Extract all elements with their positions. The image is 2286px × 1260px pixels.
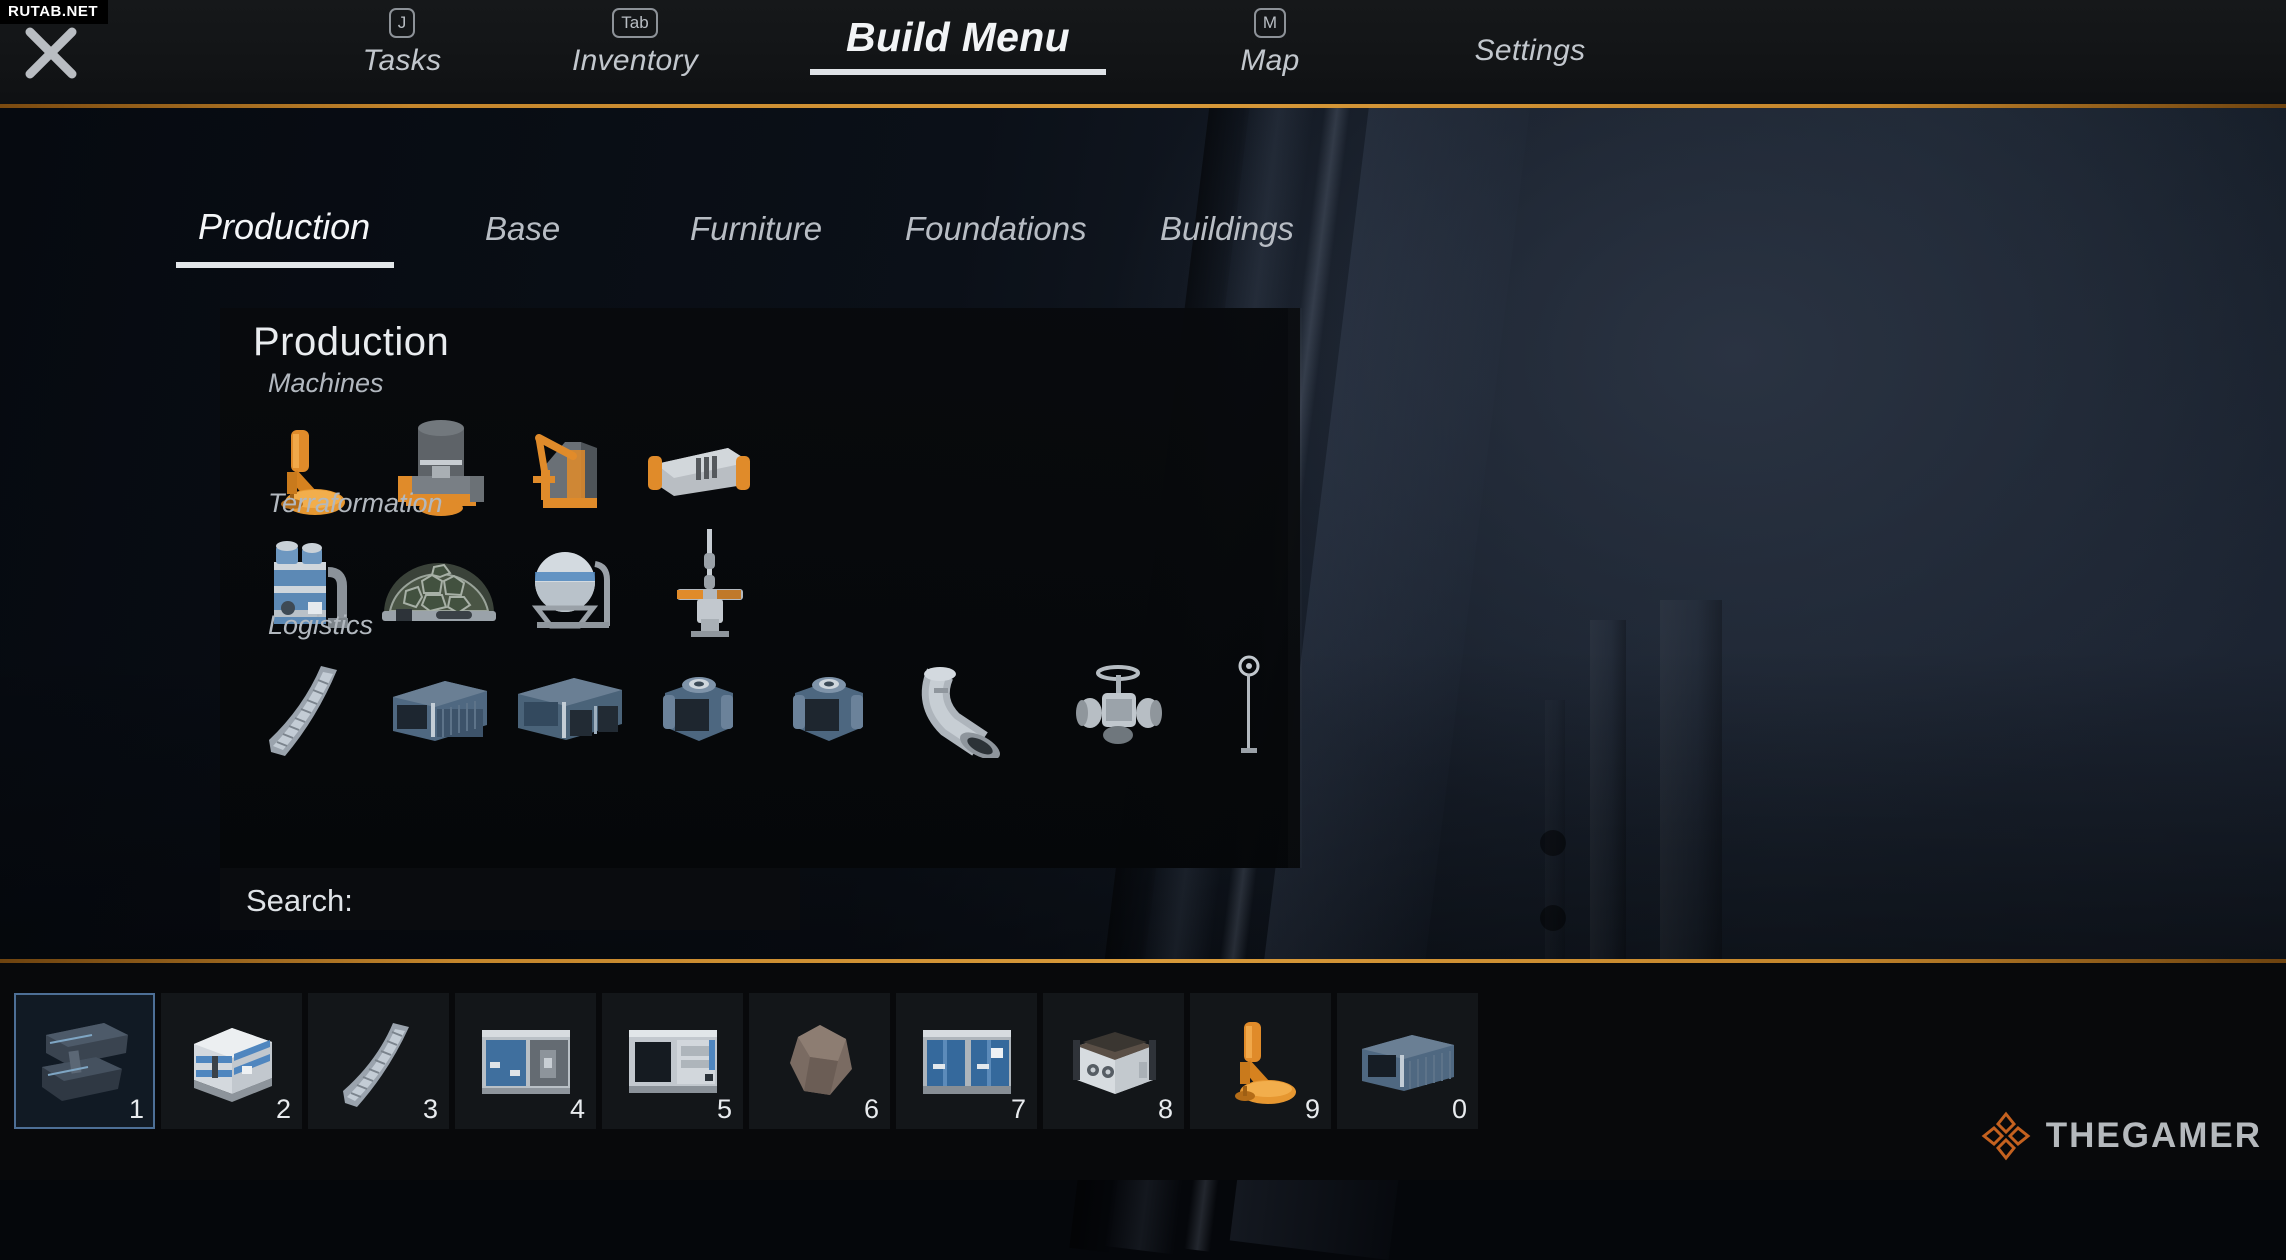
tab-build-menu-label: Build Menu <box>780 14 1136 61</box>
blue-doors-icon <box>913 1020 1021 1102</box>
conveyor-belt-icon <box>259 656 359 760</box>
search-label: Search: <box>246 883 353 919</box>
hotbar-slot-4-key: 4 <box>570 1094 585 1125</box>
hotbar-slot-6-key: 6 <box>864 1094 879 1125</box>
tab-inventory-label: Inventory <box>510 44 760 78</box>
build-item-biodome[interactable] <box>374 526 504 646</box>
white-crate-icon <box>180 1014 284 1108</box>
diamond-cluster-icon <box>1980 1110 2032 1162</box>
category-tab-buildings[interactable]: Buildings <box>1160 210 1294 248</box>
background-bolt <box>1540 830 1566 856</box>
build-item-crane-excavator[interactable] <box>504 408 634 528</box>
pole-marker-icon <box>1217 654 1281 762</box>
thegamer-label: THEGAMER <box>2046 1116 2262 1156</box>
section-label-machines: Machines <box>268 368 384 399</box>
hotbar-slot-4[interactable]: 4 <box>455 993 596 1129</box>
build-item-storage-cube-b[interactable] <box>764 648 894 768</box>
drill-arm-icon <box>1214 1012 1308 1110</box>
site-watermark: RUTAB.NET <box>0 0 108 24</box>
tab-tasks[interactable]: J Tasks <box>312 8 492 78</box>
close-icon <box>22 24 80 82</box>
build-item-sphere-tank[interactable] <box>504 526 634 646</box>
build-item-conveyor-machine[interactable] <box>634 408 764 528</box>
hotbar-slot-2-key: 2 <box>276 1094 291 1125</box>
hotbar-slot-0-key: 0 <box>1452 1094 1467 1125</box>
hotbar-slot-7-key: 7 <box>1011 1094 1026 1125</box>
hotbar-slot-3-key: 3 <box>423 1094 438 1125</box>
storage-cube-icon <box>649 665 749 751</box>
category-tab-production[interactable]: Production <box>198 206 370 248</box>
wall-panel-window-icon <box>619 1020 727 1102</box>
search-input[interactable] <box>380 882 780 918</box>
build-item-storage-cube-a[interactable] <box>634 648 764 768</box>
category-tab-foundations[interactable]: Foundations <box>905 210 1087 248</box>
antenna-tower-icon <box>647 527 751 645</box>
tab-build-menu-underline <box>810 69 1106 75</box>
white-bin-icon <box>1063 1018 1165 1104</box>
section-label-logistics: Logistics <box>268 610 373 641</box>
close-button[interactable] <box>22 24 80 82</box>
build-item-small-container[interactable] <box>374 648 504 768</box>
build-item-large-container[interactable] <box>504 648 634 768</box>
hotbar-slot-0[interactable]: 0 <box>1337 993 1478 1129</box>
biodome-icon <box>376 543 502 629</box>
hotbar-slot-1-key: 1 <box>129 1094 144 1125</box>
hotbar-slot-9-key: 9 <box>1305 1094 1320 1125</box>
tab-settings[interactable]: Settings <box>1400 28 1660 68</box>
tab-build-menu[interactable]: Build Menu <box>780 12 1136 75</box>
hotbar-slot-8-key: 8 <box>1158 1094 1173 1125</box>
storage-cube-icon <box>779 665 879 751</box>
hotbar: 1 2 <box>14 993 1478 1129</box>
hotbar-slot-2[interactable]: 2 <box>161 993 302 1129</box>
tab-settings-label: Settings <box>1400 34 1660 68</box>
build-item-conveyor-belt[interactable] <box>244 648 374 768</box>
hotbar-slot-3[interactable]: 3 <box>308 993 449 1129</box>
tab-map-key: M <box>1254 8 1286 38</box>
build-item-list: Machines <box>220 308 1300 868</box>
thegamer-watermark: THEGAMER <box>1980 1110 2262 1162</box>
tab-map[interactable]: M Map <box>1180 8 1360 78</box>
blue-container-icon <box>1352 1021 1464 1101</box>
background-pillar <box>1660 600 1722 1020</box>
jetpack-icon <box>32 1013 138 1109</box>
tab-inventory-key: Tab <box>612 8 657 38</box>
search-bar[interactable]: Search: <box>220 868 800 930</box>
category-tab-base[interactable]: Base <box>485 210 560 248</box>
tab-tasks-label: Tasks <box>312 44 492 78</box>
list-scrollbar-track[interactable] <box>1288 308 1302 868</box>
hotbar-slot-1[interactable]: 1 <box>14 993 155 1129</box>
hotbar-slot-5[interactable]: 5 <box>602 993 743 1129</box>
sphere-tank-icon <box>517 534 621 638</box>
crane-excavator-icon <box>517 414 621 522</box>
pipe-elbow-icon <box>910 658 1028 758</box>
large-container-icon <box>510 666 628 750</box>
tab-inventory[interactable]: Tab Inventory <box>510 8 760 78</box>
small-container-icon <box>383 667 495 749</box>
build-item-pipe-elbow[interactable] <box>894 648 1044 768</box>
conveyor-belt-icon <box>329 1011 429 1111</box>
hotbar-slot-8[interactable]: 8 <box>1043 993 1184 1129</box>
hotbar-slot-9[interactable]: 9 <box>1190 993 1331 1129</box>
top-navigation-bar: J Tasks Tab Inventory Build Menu M Map S… <box>0 0 2286 108</box>
ore-rock-icon <box>780 1019 860 1103</box>
tab-map-label: Map <box>1180 44 1360 78</box>
build-item-antenna-tower[interactable] <box>634 526 764 646</box>
top-accent-rule <box>0 104 2286 108</box>
build-item-valve[interactable] <box>1044 648 1194 768</box>
hotbar-slot-7[interactable]: 7 <box>896 993 1037 1129</box>
hotbar-slot-5-key: 5 <box>717 1094 732 1125</box>
hotbar-slot-6[interactable]: 6 <box>749 993 890 1129</box>
conveyor-machine-icon <box>640 422 758 514</box>
category-tab-furniture[interactable]: Furniture <box>690 210 822 248</box>
tab-tasks-key: J <box>389 8 416 38</box>
section-label-terraformation: Terraformation <box>268 488 443 519</box>
wall-panel-blue-icon <box>472 1020 580 1102</box>
valve-icon <box>1060 661 1178 755</box>
panel-title: Production <box>253 320 449 365</box>
category-tab-production-underline <box>176 262 394 268</box>
background-bolt <box>1540 905 1566 931</box>
